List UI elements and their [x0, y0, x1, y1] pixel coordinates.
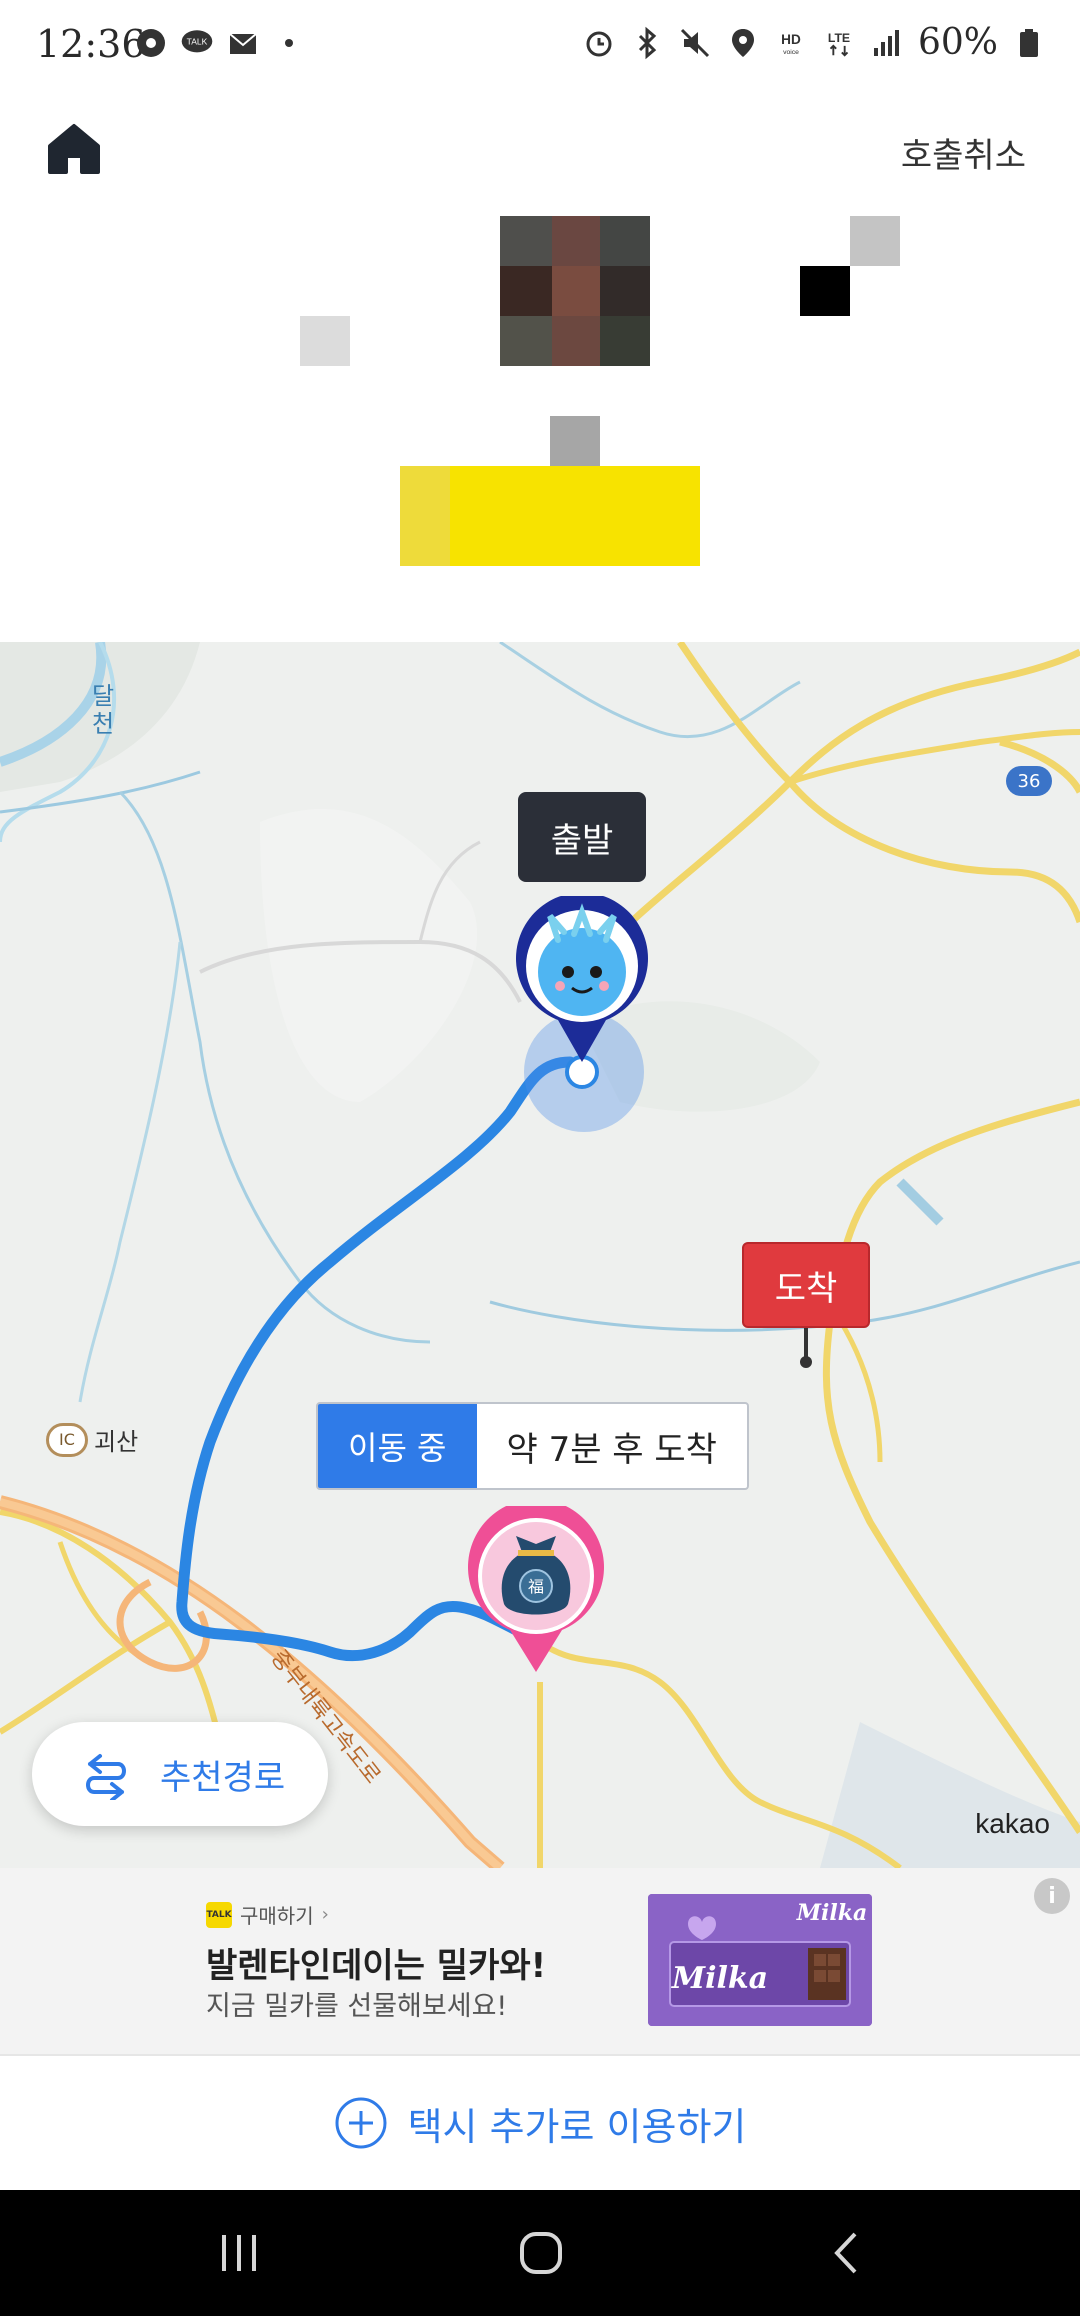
map-provider-logo: kakao — [975, 1808, 1050, 1839]
home-circle-icon — [520, 2232, 562, 2274]
start-tag: 출발 — [518, 792, 646, 882]
lucky-pouch-icon: 福 — [468, 1506, 604, 1672]
back-icon — [834, 2232, 857, 2274]
plus-circle-icon — [335, 2097, 387, 2149]
trip-status-pill: 이동 중 약 7분 후 도착 — [316, 1402, 749, 1490]
add-taxi-label: 택시 추가로 이용하기 — [407, 2104, 747, 2149]
chocolate-bar-icon: Milka Milka — [648, 1894, 872, 2026]
arrive-flag-dot — [800, 1356, 812, 1368]
recent-apps-icon — [222, 2235, 256, 2271]
redacted-block-small — [550, 416, 600, 466]
road-number-badge: 36 — [1006, 766, 1052, 796]
ic-label: IC 괴산 — [46, 1422, 138, 1457]
dragon-character-icon — [516, 896, 648, 1062]
status-right-icons: HD voice LTE 60% — [582, 22, 1046, 63]
ad-subtitle: 지금 밀카를 선물해보세요! — [206, 1991, 508, 2022]
recommended-route-button[interactable]: 추천경로 — [32, 1722, 328, 1826]
home-nav-button[interactable] — [508, 2220, 574, 2286]
home-icon — [48, 124, 100, 174]
signal-icon — [870, 26, 904, 60]
recent-apps-button[interactable] — [206, 2220, 272, 2286]
talk-badge-icon: TALK — [206, 1901, 232, 1928]
mute-icon — [678, 26, 712, 60]
route-icon — [86, 1754, 126, 1800]
plate-highlight-main — [450, 466, 700, 566]
status-eta: 약 7분 후 도착 — [506, 1429, 717, 1470]
svg-text:HD: HD — [781, 31, 801, 46]
svg-text:Milka: Milka — [671, 1961, 768, 1996]
home-button[interactable] — [44, 118, 104, 178]
battery-icon — [1012, 26, 1046, 60]
soccer-icon — [134, 26, 168, 60]
system-nav-bar — [0, 2190, 1080, 2316]
status-left-icons: TALK — [134, 26, 306, 60]
ad-talk-link[interactable]: TALK 구매하기 › — [206, 1900, 329, 1929]
alarm-icon — [582, 26, 616, 60]
dot-icon — [272, 26, 306, 60]
ic-badge: IC — [46, 1422, 88, 1457]
bluetooth-icon — [630, 26, 664, 60]
route-button-label: 추천경로 — [160, 1757, 286, 1798]
talk-icon: TALK — [180, 26, 214, 60]
cancel-call-button[interactable]: 호출취소 — [901, 128, 1026, 177]
ad-title: 발렌타인데이는 밀카와! — [206, 1946, 547, 1986]
battery-percent: 60% — [917, 22, 998, 63]
status-bar: 12:36 TALK HD voice LTE 60% — [0, 0, 1080, 96]
back-button[interactable] — [812, 2220, 878, 2286]
ad-talk-label: 구매하기 — [240, 1904, 314, 1928]
svg-text:LTE: LTE — [828, 31, 850, 45]
redacted-block-left — [300, 316, 350, 366]
lte-icon: LTE — [822, 26, 856, 60]
status-moving: 이동 중 — [318, 1404, 477, 1488]
svg-text:voice: voice — [783, 49, 799, 56]
redacted-block-right-top — [850, 216, 900, 266]
svg-text:TALK: TALK — [187, 37, 208, 47]
location-icon — [726, 26, 760, 60]
ad-product-image[interactable]: Milka Milka — [648, 1894, 872, 2026]
svg-text:福: 福 — [528, 1577, 544, 1596]
destination-pin: 福 — [466, 1506, 606, 1676]
app-root: 12:36 TALK HD voice LTE 60% 호출취소 달천 36 I… — [0, 0, 1080, 2316]
arrive-tag: 도착 — [742, 1242, 870, 1328]
map-label-stream: 달천 — [92, 682, 115, 738]
hd-voice-icon: HD voice — [774, 26, 808, 60]
status-time: 12:36 — [36, 22, 146, 66]
ic-name: 괴산 — [94, 1428, 139, 1456]
redacted-block-right — [800, 266, 850, 316]
svg-text:Milka: Milka — [796, 1900, 868, 1926]
plate-highlight — [400, 466, 450, 566]
add-taxi-button[interactable]: 택시 추가로 이용하기 — [0, 2056, 1080, 2190]
start-pin — [512, 896, 652, 1066]
chevron-right-icon: › — [321, 1904, 329, 1925]
ad-info-button[interactable]: i — [1034, 1878, 1070, 1914]
mail-icon — [226, 26, 260, 60]
